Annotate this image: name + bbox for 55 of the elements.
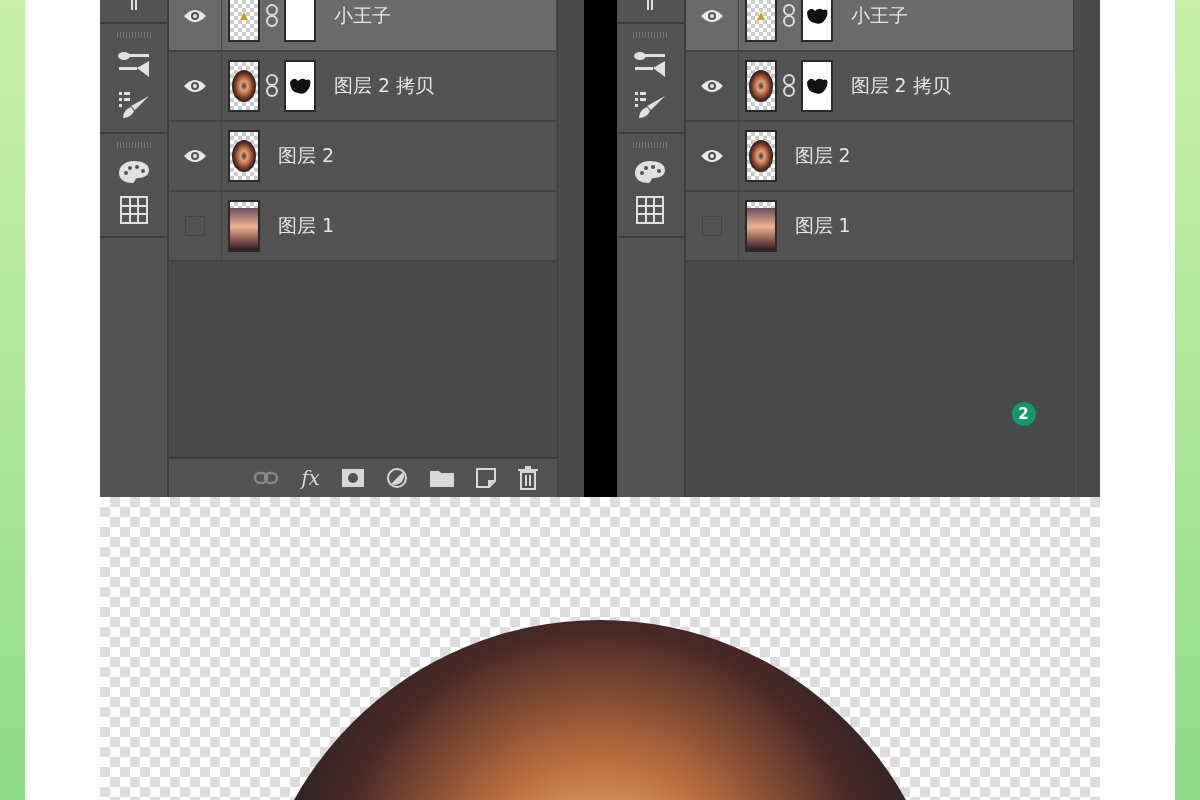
layer-mask-thumbnail[interactable] [284,60,316,112]
chain-link-icon[interactable] [782,4,795,28]
layer-row[interactable]: 小王子 [169,0,556,52]
layer-mask-thumbnail[interactable] [284,0,316,42]
layer-name: 图层 2 拷贝 [850,73,951,98]
eye-icon[interactable] [183,148,207,164]
layer-mask-thumbnail[interactable] [800,0,833,42]
mask-icon[interactable] [341,469,364,487]
layer-thumbnail[interactable] [744,130,777,182]
brush-presets-icon[interactable] [633,90,667,120]
chain-link-icon[interactable] [266,74,278,98]
brush-presets-icon[interactable] [116,90,151,120]
layer-thumbnail[interactable] [228,60,260,112]
folder-icon[interactable] [429,469,454,487]
layer-thumbnail[interactable] [228,130,260,182]
new-layer-icon[interactable] [475,468,496,488]
palette-icon[interactable] [117,160,150,184]
eye-icon[interactable] [183,8,207,24]
layer-name: 图层 2 [278,143,335,168]
layer-name: 小王子 [850,3,908,28]
layer-row[interactable]: 图层 2 [169,122,556,192]
layer-thumbnail[interactable] [744,60,777,112]
brush-settings-icon[interactable] [633,50,667,78]
brush-settings-icon[interactable] [116,50,151,78]
chain-link-icon[interactable] [782,74,795,98]
adjustment-icon[interactable] [385,467,408,489]
eye-icon[interactable] [699,78,724,94]
trash-icon[interactable] [517,466,538,490]
grid-icon[interactable] [636,196,664,224]
layer-name: 图层 1 [794,213,851,238]
eye-icon[interactable] [699,8,724,24]
layer-thumbnail[interactable] [228,0,260,42]
palette-icon[interactable] [634,160,666,184]
layer-name: 小王子 [334,3,391,28]
eye-icon[interactable] [183,78,207,94]
layer-row[interactable]: 图层 2 拷贝 [685,52,1073,122]
layer-row[interactable]: 图层 1 [169,192,556,262]
eye-icon[interactable] [699,148,724,164]
layer-name: 图层 2 拷贝 [334,73,435,98]
layer-row[interactable]: 图层 1 [685,192,1073,262]
scrollbar-track[interactable] [556,0,584,497]
layer-name: 图层 1 [278,213,335,238]
layer-row[interactable]: 小王子 [685,0,1073,52]
chain-link-icon[interactable] [266,4,278,28]
layer-row[interactable]: 图层 2 拷贝 [169,52,556,122]
fx-button[interactable]: fx [301,466,320,490]
layer-thumbnail[interactable] [228,200,260,252]
layer-thumbnail[interactable] [744,0,777,42]
grid-icon[interactable] [119,196,148,224]
layer-row[interactable]: 图层 2 [685,122,1073,192]
panel-grip-icon[interactable] [129,0,138,10]
panel-grip-icon[interactable] [646,0,654,10]
layer-name: 图层 2 [794,143,851,168]
layer-mask-thumbnail[interactable] [800,60,833,112]
layer-thumbnail[interactable] [744,200,777,252]
